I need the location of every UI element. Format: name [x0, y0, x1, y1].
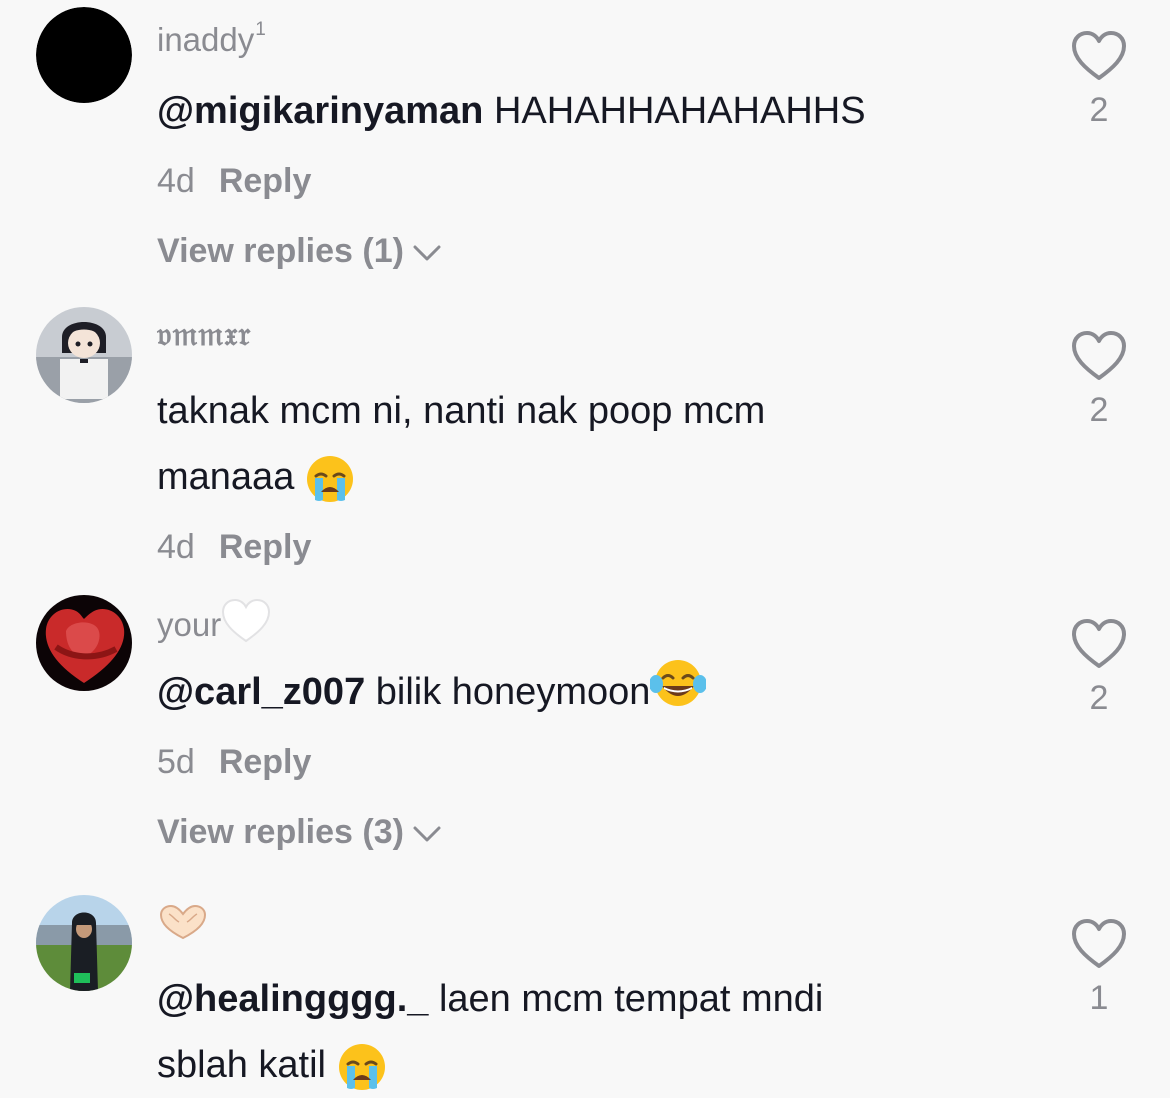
- comment-text: @migikarinyaman HAHAHHAHAHAHHS: [157, 78, 1027, 144]
- mention-link[interactable]: @healingggg._: [157, 978, 428, 1020]
- avatar[interactable]: [36, 595, 132, 691]
- username-text: your: [157, 606, 222, 643]
- reply-button[interactable]: Reply: [219, 743, 312, 781]
- like-count: 2: [1089, 679, 1109, 717]
- comment-body-line: taknak mcm ni, nanti nak poop mcm: [157, 390, 766, 432]
- comment-meta: 4d Reply: [157, 156, 1027, 206]
- heart-hands-emoji: [159, 905, 207, 940]
- comment-text: @healingggg._ laen mcm tempat mndi sblah…: [157, 966, 1027, 1098]
- comment-username[interactable]: your: [157, 598, 1027, 646]
- comment-body-line: manaaa: [157, 456, 305, 498]
- tears-of-joy-emoji: [650, 660, 707, 706]
- like-button[interactable]: 2: [1066, 30, 1132, 130]
- comment-username[interactable]: inaddy1: [157, 10, 1027, 58]
- heart-outline-icon: [1072, 31, 1126, 80]
- chevron-down-icon: [413, 826, 441, 842]
- comment-body-line: sblah katil: [157, 1044, 337, 1086]
- mention-link[interactable]: @migikarinyaman: [157, 90, 483, 132]
- like-count: 1: [1089, 979, 1109, 1017]
- comment-meta: 4d Reply: [157, 522, 1027, 572]
- like-button[interactable]: 2: [1066, 618, 1132, 718]
- username-superscript: 1: [255, 19, 266, 40]
- reply-button[interactable]: Reply: [219, 162, 312, 200]
- username-text: inaddy: [157, 21, 255, 58]
- comment-text: taknak mcm ni, nanti nak poop mcm manaaa: [157, 378, 1027, 510]
- comment-body: bilik honeymoon: [365, 671, 651, 713]
- mention-link[interactable]: @carl_z007: [157, 671, 365, 713]
- avatar[interactable]: [36, 307, 132, 403]
- comment-body-line: laen mcm tempat mndi: [428, 978, 824, 1020]
- comment-username[interactable]: 𝔳𝔪𝔪𝔵𝔯: [157, 310, 1027, 358]
- heart-outline-icon: [1072, 919, 1126, 968]
- heart-outline-icon: [1072, 331, 1126, 380]
- chevron-down-icon: [413, 245, 441, 261]
- view-replies-label: View replies (3): [157, 813, 404, 851]
- heart-outline-icon: [1072, 619, 1126, 668]
- comment-age: 4d: [157, 528, 195, 566]
- like-button[interactable]: 1: [1066, 918, 1132, 1018]
- comment-body: HAHAHHAHAHAHHS: [483, 90, 866, 132]
- like-count: 2: [1089, 91, 1109, 129]
- reply-button[interactable]: Reply: [219, 528, 312, 566]
- comment-username[interactable]: [157, 898, 1027, 946]
- view-replies-button[interactable]: View replies (1): [157, 226, 1027, 276]
- crying-face-emoji: [338, 1043, 385, 1090]
- avatar[interactable]: [36, 7, 132, 103]
- like-button[interactable]: 2: [1066, 330, 1132, 430]
- white-heart-emoji: [222, 598, 271, 643]
- comment-meta: 5d Reply: [157, 737, 1027, 787]
- avatar[interactable]: [36, 895, 132, 991]
- comment-age: 5d: [157, 743, 195, 781]
- like-count: 2: [1089, 391, 1109, 429]
- comment-text: @carl_z007 bilik honeymoon: [157, 658, 1027, 725]
- view-replies-label: View replies (1): [157, 232, 404, 270]
- view-replies-button[interactable]: View replies (3): [157, 807, 1027, 857]
- crying-face-emoji: [306, 455, 353, 502]
- username-text: 𝔳𝔪𝔪𝔵𝔯: [157, 314, 252, 353]
- comment-age: 4d: [157, 162, 195, 200]
